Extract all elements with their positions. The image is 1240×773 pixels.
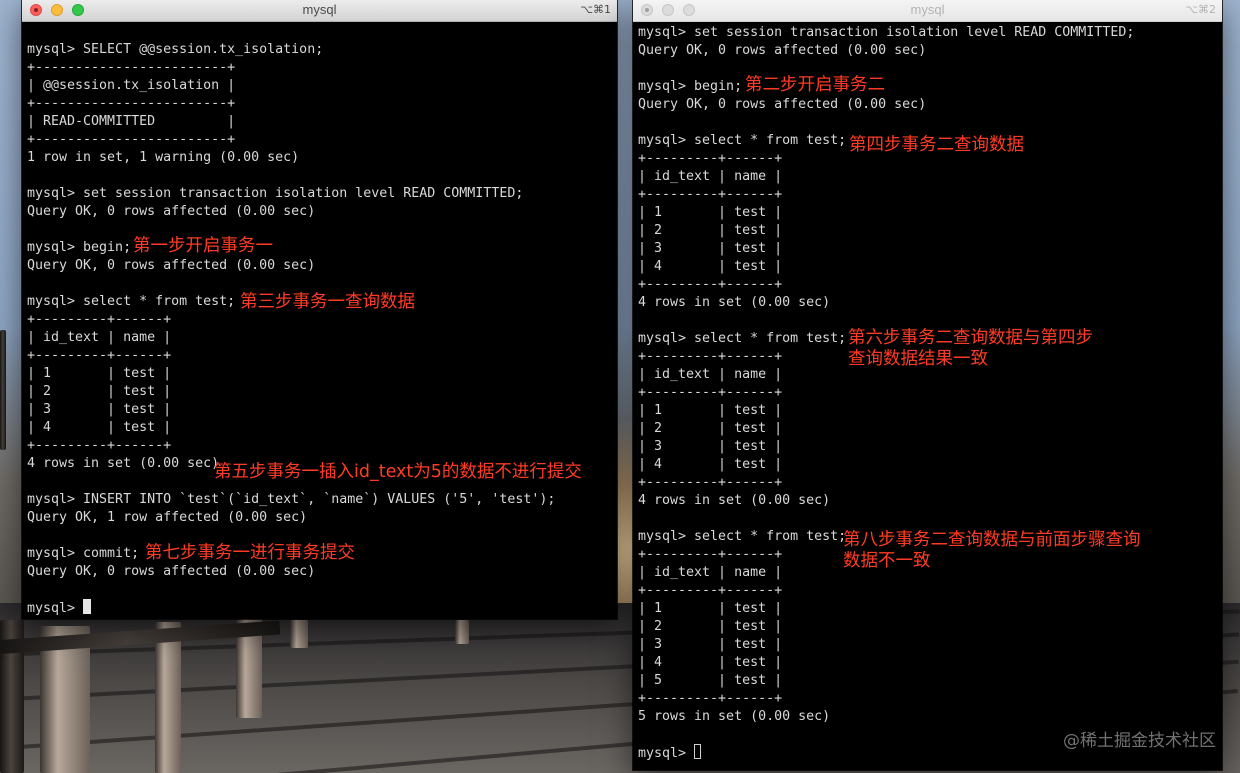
terminal-line: | 2 | test | <box>638 223 783 238</box>
watermark: @稀土掘金技术社区 <box>1063 731 1216 751</box>
terminal-prompt-line[interactable]: mysql> <box>27 599 92 617</box>
window-title: mysql <box>302 2 337 17</box>
terminal-line: Query OK, 0 rows affected (0.00 sec) <box>27 258 316 273</box>
terminal-line: | 1 | test | <box>638 403 783 418</box>
terminal-line: | 4 | test | <box>638 655 783 670</box>
terminal-line: | 1 | test | <box>638 601 783 616</box>
window-title: mysql <box>910 2 945 17</box>
window-shortcut: ⌥⌘2 <box>1185 3 1216 16</box>
terminal-line: | 4 | test | <box>638 259 783 274</box>
terminal-prompt-line[interactable]: mysql> <box>638 744 702 762</box>
text-cursor <box>83 599 92 614</box>
railing-post <box>290 620 308 648</box>
terminal-line: | id_text | name | <box>638 169 783 184</box>
terminal-line: | 4 | test | <box>27 420 172 435</box>
left-edge-shadow <box>0 330 6 450</box>
terminal-output[interactable]: mysql> SELECT @@session.tx_isolation; +-… <box>22 22 617 619</box>
terminal-line: | READ-COMMITTED | <box>27 114 236 129</box>
prompt: mysql> <box>27 601 84 616</box>
terminal-line: mysql> select * from test; <box>638 133 847 148</box>
terminal-line: mysql> INSERT INTO `test`(`id_text`, `na… <box>27 492 556 507</box>
terminal-line: mysql> begin; <box>27 240 132 255</box>
terminal-line: mysql> SELECT @@session.tx_isolation; <box>27 42 324 57</box>
terminal-line: +---------+------+ <box>638 583 783 598</box>
terminal-line: Query OK, 0 rows affected (0.00 sec) <box>27 564 316 579</box>
terminal-line: | 1 | test | <box>638 205 783 220</box>
terminal-line: Query OK, 0 rows affected (0.00 sec) <box>27 204 316 219</box>
terminal-line: | id_text | name | <box>638 565 783 580</box>
terminal-line: mysql> begin; <box>638 79 743 94</box>
terminal-line: mysql> set session transaction isolation… <box>638 25 1135 40</box>
terminal-line: +------------------------+ <box>27 96 236 111</box>
annotation-step-1: 第一步开启事务一 <box>133 236 273 256</box>
terminal-line: 4 rows in set (0.00 sec) <box>638 295 831 310</box>
terminal-line: | 3 | test | <box>638 241 783 256</box>
text-cursor <box>694 744 702 759</box>
terminal-line: | 2 | test | <box>638 619 783 634</box>
terminal-line: | id_text | name | <box>27 330 172 345</box>
annotation-step-5: 第五步事务一插入id_text为5的数据不进行提交 <box>214 462 582 482</box>
terminal-line: +---------+------+ <box>27 312 172 327</box>
terminal-line: | 2 | test | <box>27 384 172 399</box>
terminal-line: +------------------------+ <box>27 132 236 147</box>
annotation-step-4: 第四步事务二查询数据 <box>849 135 1024 155</box>
annotation-step-7: 第七步事务一进行事务提交 <box>145 543 355 563</box>
annotation-step-6: 第六步事务二查询数据与第四步 查询数据结果一致 <box>848 328 1093 369</box>
annotation-step-2: 第二步开启事务二 <box>745 75 885 95</box>
terminal-line: | 4 | test | <box>638 457 783 472</box>
terminal-line: mysql> select * from test; <box>638 529 847 544</box>
terminal-line: +---------+------+ <box>638 277 783 292</box>
terminal-line: +---------+------+ <box>638 349 783 364</box>
terminal-line: | id_text | name | <box>638 367 783 382</box>
terminal-line: | 1 | test | <box>27 366 172 381</box>
railing-post <box>455 620 469 644</box>
terminal-line: +---------+------+ <box>27 438 172 453</box>
terminal-line: 1 row in set, 1 warning (0.00 sec) <box>27 150 300 165</box>
terminal-line: | 2 | test | <box>638 421 783 436</box>
terminal-line: mysql> select * from test; <box>27 294 236 309</box>
title-bar[interactable]: mysql ⌥⌘1 <box>22 0 617 22</box>
terminal-line: mysql> select * from test; <box>638 331 847 346</box>
terminal-line: +---------+------+ <box>638 547 783 562</box>
terminal-line: 4 rows in set (0.00 sec) <box>27 456 220 471</box>
terminal-line: | @@session.tx_isolation | <box>27 78 236 93</box>
terminal-line: +---------+------+ <box>638 151 783 166</box>
terminal-line: | 3 | test | <box>638 439 783 454</box>
terminal-line: Query OK, 0 rows affected (0.00 sec) <box>638 43 927 58</box>
title-bar[interactable]: mysql ⌥⌘2 <box>633 0 1222 22</box>
railing-post <box>155 622 181 773</box>
annotation-step-3: 第三步事务一查询数据 <box>240 292 415 312</box>
terminal-line: +---------+------+ <box>638 187 783 202</box>
terminal-line: | 3 | test | <box>638 637 783 652</box>
terminal-line: Query OK, 0 rows affected (0.00 sec) <box>638 97 927 112</box>
terminal-line: 4 rows in set (0.00 sec) <box>638 493 831 508</box>
terminal-line: 5 rows in set (0.00 sec) <box>638 709 831 724</box>
terminal-line: Query OK, 1 row affected (0.00 sec) <box>27 510 308 525</box>
terminal-line: +---------+------+ <box>638 385 783 400</box>
prompt: mysql> <box>638 746 695 761</box>
terminal-line: | 3 | test | <box>27 402 172 417</box>
terminal-line: +---------+------+ <box>638 691 783 706</box>
terminal-line: +------------------------+ <box>27 60 236 75</box>
window-shortcut: ⌥⌘1 <box>580 3 611 16</box>
terminal-line: | 5 | test | <box>638 673 783 688</box>
terminal-line: +---------+------+ <box>27 348 172 363</box>
terminal-line: +---------+------+ <box>638 475 783 490</box>
terminal-line: mysql> set session transaction isolation… <box>27 186 524 201</box>
annotation-step-8: 第八步事务二查询数据与前面步骤查询 数据不一致 <box>843 530 1141 571</box>
terminal-window-2[interactable]: mysql ⌥⌘2 mysql> set session transaction… <box>633 0 1222 770</box>
terminal-line: mysql> commit; <box>27 546 140 561</box>
